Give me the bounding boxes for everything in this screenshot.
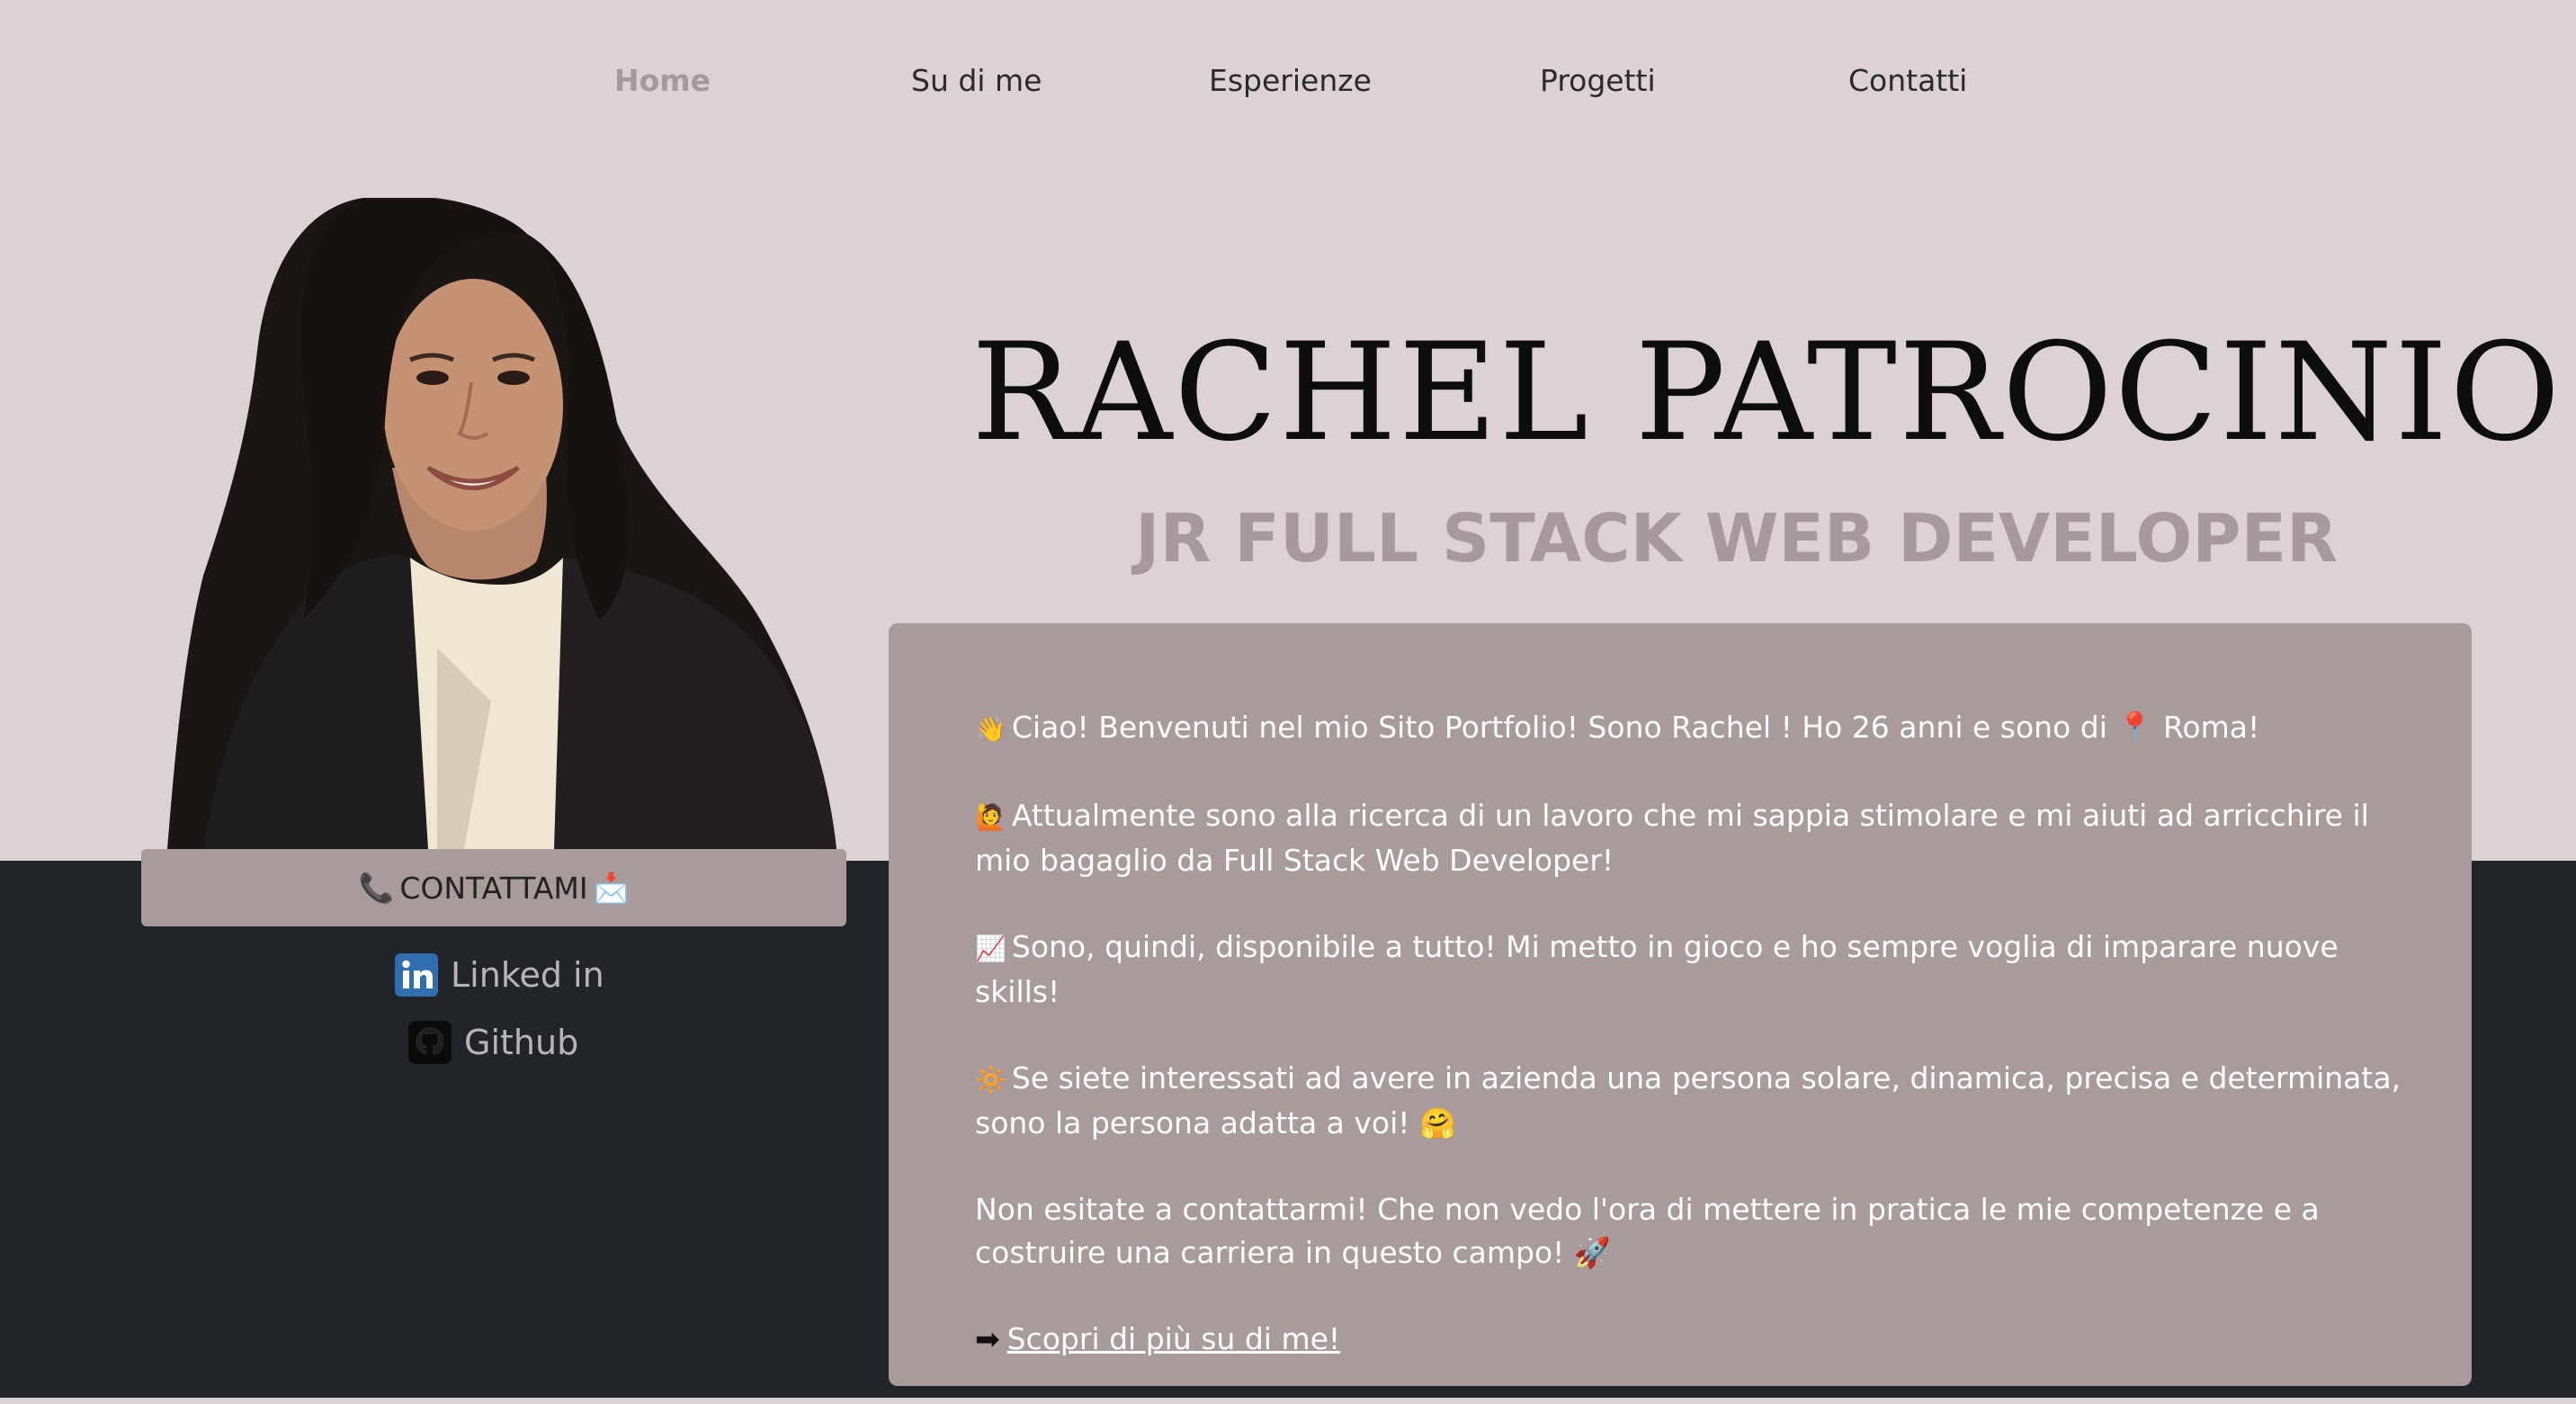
linkedin-icon	[395, 953, 438, 997]
about-paragraph-text: Ciao! Benvenuti nel mio Sito Portfolio! …	[1011, 710, 2260, 745]
hero-name: RACHEL PATROCINIO	[971, 315, 2563, 471]
about-paragraph: Non esitate a contattarmi! Che non vedo …	[975, 1188, 2414, 1274]
nav-home[interactable]: Home	[614, 58, 711, 104]
nav-esperienze[interactable]: Esperienze	[1209, 58, 1372, 104]
main-nav: Home Su di me Esperienze Progetti Contat…	[0, 58, 2576, 104]
about-card: 👋 Ciao! Benvenuti nel mio Sito Portfolio!…	[889, 623, 2472, 1386]
about-more-row: ➡ Scopri di più su di me!	[975, 1318, 2414, 1361]
profile-photo	[167, 198, 836, 849]
chart-icon: 📈	[975, 934, 1006, 963]
sun-icon: 🔆	[975, 1065, 1006, 1095]
about-paragraph: 🙋 Attualmente sono alla ricerca di un lav…	[975, 794, 2414, 882]
github-link[interactable]: Github	[408, 1021, 578, 1064]
about-paragraph-text: Attualmente sono alla ricerca di un lavo…	[975, 798, 2369, 878]
envelope-icon: 📩	[593, 871, 630, 905]
contact-button[interactable]: 📞 CONTATTAMI 📩	[141, 849, 846, 926]
linkedin-label: Linked in	[451, 955, 604, 995]
nav-contatti[interactable]: Contatti	[1848, 58, 1967, 104]
arrow-right-icon: ➡	[975, 1321, 1000, 1356]
github-label: Github	[464, 1023, 579, 1062]
phone-icon: 📞	[358, 871, 395, 905]
about-paragraph: 👋 Ciao! Benvenuti nel mio Sito Portfolio!…	[975, 706, 2414, 751]
github-icon	[408, 1021, 452, 1064]
about-more-link[interactable]: Scopri di più su di me!	[1007, 1321, 1340, 1356]
about-paragraph: 📈 Sono, quindi, disponibile a tutto! Mi m…	[975, 926, 2414, 1014]
linkedin-link[interactable]: Linked in	[395, 953, 604, 997]
waving-hand-icon: 👋	[975, 714, 1006, 744]
about-text: 👋 Ciao! Benvenuti nel mio Sito Portfolio!…	[975, 706, 2414, 1404]
nav-su-di-me[interactable]: Su di me	[911, 58, 1042, 104]
about-paragraph: 🔆 Se siete interessati ad avere in aziend…	[975, 1057, 2414, 1145]
about-paragraph-text: Sono, quindi, disponibile a tutto! Mi me…	[975, 929, 2339, 1009]
nav-progetti[interactable]: Progetti	[1540, 58, 1656, 104]
about-paragraph-text: Non esitate a contattarmi! Che non vedo …	[975, 1192, 2320, 1270]
contact-button-label: CONTATTAMI	[399, 870, 588, 906]
hero-subtitle: JR FULL STACK WEB DEVELOPER	[1135, 500, 2339, 577]
about-paragraph-text: Se siete interessati ad avere in azienda…	[975, 1060, 2402, 1140]
raising-hand-icon: 🙋	[975, 802, 1006, 832]
